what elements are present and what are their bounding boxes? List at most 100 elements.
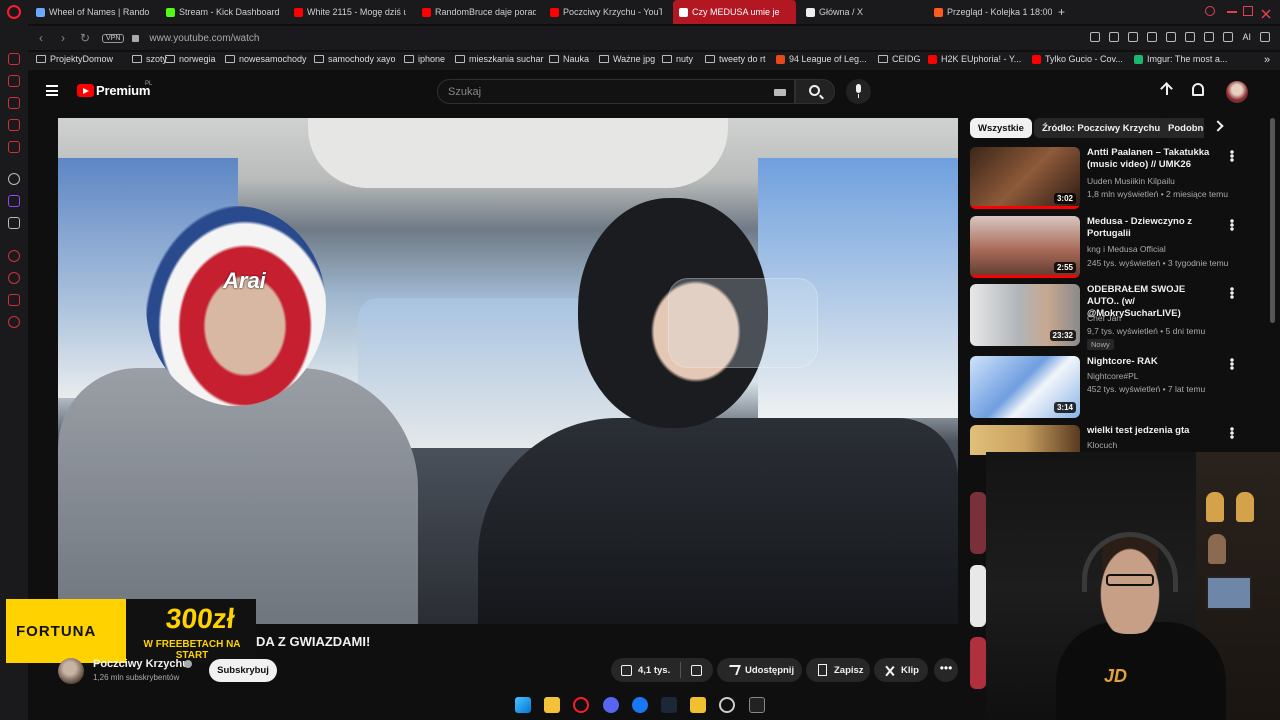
more-actions-button[interactable]: ••• [934, 658, 958, 682]
tasks-icon[interactable] [8, 141, 20, 153]
scrollbar[interactable] [1270, 118, 1275, 323]
forward-button[interactable]: › [54, 31, 72, 45]
back-button[interactable]: ‹ [32, 31, 50, 45]
dislike-icon[interactable] [691, 664, 703, 676]
messenger-icon[interactable] [8, 53, 20, 65]
chip-all[interactable]: Wszystkie [970, 118, 1032, 138]
app-icon[interactable] [690, 697, 706, 713]
rec-thumbnail[interactable]: 23:32 [970, 284, 1080, 346]
rec-thumbnail[interactable] [970, 492, 986, 554]
bookmark-nowesamochody[interactable]: nowesamochody [225, 54, 307, 64]
voice-search-icon[interactable] [846, 79, 871, 104]
search-button[interactable] [795, 79, 835, 104]
twitch-icon[interactable] [8, 195, 20, 207]
rec-thumbnail[interactable] [970, 637, 986, 689]
terminal-icon[interactable] [749, 697, 765, 713]
rec-thumbnail[interactable] [970, 425, 1080, 455]
rec-title[interactable]: Medusa - Dziewczyno z Portugalii [1087, 216, 1219, 240]
url-field[interactable]: www.youtube.com/watch [149, 33, 259, 44]
minimize-button[interactable] [1227, 11, 1237, 13]
rec-thumbnail[interactable]: 2:55 [970, 216, 1080, 278]
subscribe-button[interactable]: Subskrybuj [209, 659, 277, 682]
rec-menu-icon[interactable] [1230, 287, 1234, 299]
rec-channel[interactable]: Nightcore#PL [1087, 371, 1139, 381]
tab-kick-dashboard[interactable]: Stream - Kick Dashboard [166, 0, 284, 24]
snapshot-icon[interactable] [1109, 32, 1120, 42]
video-player[interactable]: Arai [58, 118, 958, 624]
bookmark-icon[interactable] [1090, 32, 1101, 42]
rec-menu-icon[interactable] [1230, 150, 1234, 162]
clip-button[interactable]: Klip [874, 658, 928, 682]
rec-channel[interactable]: Chef Jan [1087, 313, 1121, 323]
lock-icon[interactable] [132, 34, 140, 42]
rec-channel[interactable]: Klocuch [1087, 440, 1117, 450]
bookmark-h2k-euphoria[interactable]: H2K EUphoria! - Y... [928, 54, 1021, 64]
maximize-button[interactable] [1243, 6, 1253, 16]
like-icon[interactable] [621, 664, 632, 676]
discord-icon[interactable] [603, 697, 619, 713]
settings-icon[interactable] [719, 697, 735, 713]
settings-icon[interactable] [8, 316, 20, 328]
tab-przeglad-kolejka[interactable]: Przegląd - Kolejka 1 18:00 [934, 0, 1052, 24]
mail-icon[interactable] [8, 119, 20, 131]
rec-channel[interactable]: kng i Medusa Official [1087, 244, 1166, 254]
x-icon[interactable] [8, 217, 20, 229]
save-button[interactable]: Zapisz [806, 658, 870, 682]
bookmark-nuty[interactable]: nuty [662, 54, 693, 64]
youtube-logo-icon[interactable] [77, 84, 94, 97]
search-tabs-icon[interactable] [1205, 6, 1215, 16]
tab-white-2115[interactable]: White 2115 - Mogę dziś u [294, 0, 406, 24]
clock-icon[interactable] [8, 272, 20, 284]
bookmark-imgur[interactable]: Imgur: The most a... [1134, 54, 1227, 64]
bookmark-mieszkania-suchar[interactable]: mieszkania suchar [455, 54, 544, 64]
tab-poczciwy-krzychu[interactable]: Poczciwy Krzychu - YouT [550, 0, 662, 24]
notifications-bell-icon[interactable] [1192, 83, 1204, 96]
bookmark-szoty[interactable]: szoty [132, 54, 167, 64]
rec-title[interactable]: Nightcore- RAK [1087, 356, 1219, 368]
tab-czy-medusa-active[interactable]: Czy MEDUSA umie je [673, 0, 796, 24]
reload-button[interactable]: ↻ [76, 31, 94, 45]
bookmark-league-of-legends[interactable]: 94 League of Leg... [776, 54, 867, 64]
facebook-icon[interactable] [632, 697, 648, 713]
rec-title[interactable]: wielki test jedzenia gta [1087, 425, 1219, 437]
file-explorer-icon[interactable] [544, 697, 560, 713]
profile-icon[interactable] [1204, 32, 1215, 42]
chatgpt-icon[interactable] [8, 173, 20, 185]
aria-ai-button[interactable]: AI [1242, 32, 1251, 42]
bookmark-iphone[interactable]: iphone [404, 54, 445, 64]
share-button[interactable]: Udostępnij [717, 658, 802, 682]
tab-wheel-of-names[interactable]: Wheel of Names | Rando [36, 0, 158, 24]
youtube-premium-label[interactable]: Premium [96, 83, 150, 98]
new-tab-button[interactable]: + [1058, 0, 1072, 24]
extensions-icon[interactable] [1185, 32, 1196, 42]
bookmark-tweety-do-rt[interactable]: tweety do rt [705, 54, 766, 64]
channel-avatar[interactable] [58, 658, 84, 684]
keyboard-icon[interactable] [774, 89, 786, 96]
heart-icon[interactable] [1166, 32, 1177, 42]
extensions-icon[interactable] [8, 294, 20, 306]
bookmark-tylko-gucio[interactable]: Tylko Gucio - Cov... [1032, 54, 1123, 64]
play-icon[interactable] [1147, 32, 1158, 42]
chip-from-channel[interactable]: Źródło: Poczciwy Krzychu [1034, 118, 1169, 138]
bookmark-ceidg[interactable]: CEIDG [878, 54, 921, 64]
rec-thumbnail[interactable] [970, 565, 986, 627]
bookmark-nauka[interactable]: Nauka [549, 54, 589, 64]
upload-icon[interactable] [1161, 83, 1173, 99]
opera-icon[interactable] [573, 697, 589, 713]
player-icon[interactable] [8, 250, 20, 262]
avatar[interactable] [1226, 81, 1248, 103]
tab-randombruce[interactable]: RandomBruce daje porady [422, 0, 536, 24]
windows-start-icon[interactable] [515, 697, 531, 713]
menu-icon[interactable] [1260, 32, 1270, 42]
rec-menu-icon[interactable] [1230, 358, 1234, 370]
rec-title[interactable]: Antti Paalanen – Takatukka (music video)… [1087, 147, 1219, 171]
bookmark-wazne-jpg[interactable]: Ważne jpg [599, 54, 655, 64]
rec-menu-icon[interactable] [1230, 219, 1234, 231]
search-input[interactable] [438, 80, 758, 103]
easy-setup-icon[interactable] [1128, 32, 1139, 42]
history-icon[interactable] [8, 75, 20, 87]
chevron-right-icon[interactable] [1212, 120, 1224, 132]
like-count[interactable]: 4,1 tys. [638, 665, 670, 676]
bookmark-norwegia[interactable]: norwegia [165, 54, 216, 64]
rec-channel[interactable]: Uuden Musiikin Kilpailu [1087, 176, 1175, 186]
